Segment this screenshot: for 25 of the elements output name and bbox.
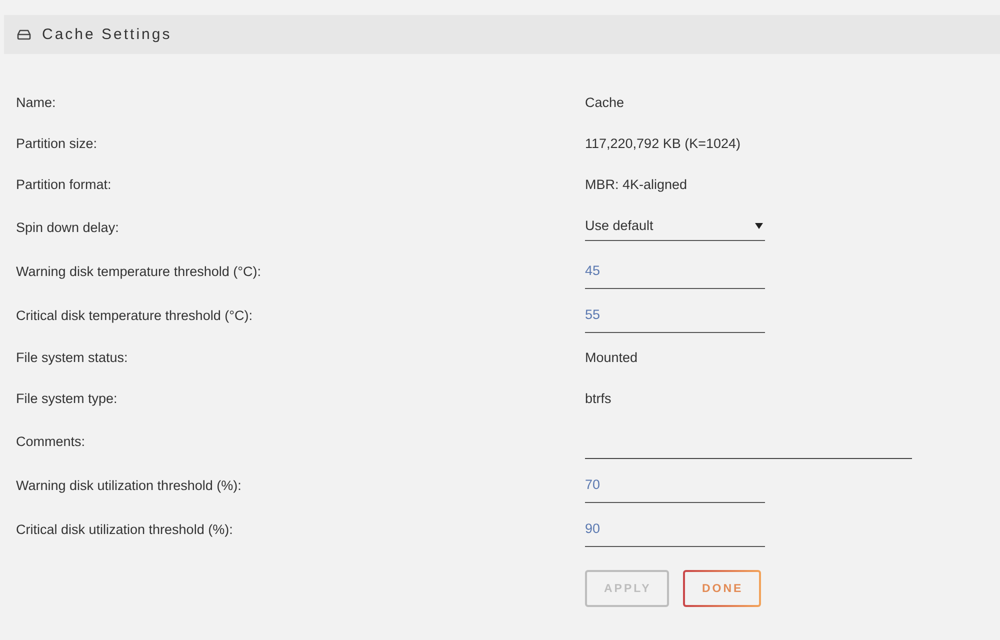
dropdown[interactable]: Use default (585, 213, 765, 241)
input-field[interactable]: 45 (585, 254, 765, 288)
input-field[interactable]: 55 (585, 298, 765, 332)
field-label: Comments: (16, 434, 86, 448)
field-label: Warning disk temperature threshold (°C): (16, 264, 262, 278)
input-field[interactable]: 70 (585, 468, 765, 502)
field-label: Critical disk temperature threshold (°C): (16, 308, 254, 322)
input-field[interactable]: 90 (585, 512, 765, 546)
done-button[interactable]: DONE (683, 570, 761, 607)
field-label: Name: (16, 95, 57, 110)
section-title: Cache Settings (42, 26, 172, 43)
field-label: File system type: (16, 391, 118, 406)
field-value: 117,220,792 KB (K=1024) (585, 136, 740, 151)
caret-icon (755, 223, 763, 229)
field-label: File system status: (16, 350, 129, 365)
field-label: Warning disk utilization threshold (%): (16, 478, 242, 492)
field-value: Mounted (585, 350, 638, 365)
field-label: Critical disk utilization threshold (%): (16, 522, 234, 536)
field-label: Spin down delay: (16, 220, 120, 234)
field-value: btrfs (585, 391, 612, 406)
field-value: Cache (585, 95, 624, 110)
field-label: Partition format: (16, 177, 112, 192)
field-label: Partition size: (16, 136, 98, 151)
hard-drive-icon (17, 29, 31, 40)
field-value: MBR: 4K-aligned (585, 177, 688, 192)
